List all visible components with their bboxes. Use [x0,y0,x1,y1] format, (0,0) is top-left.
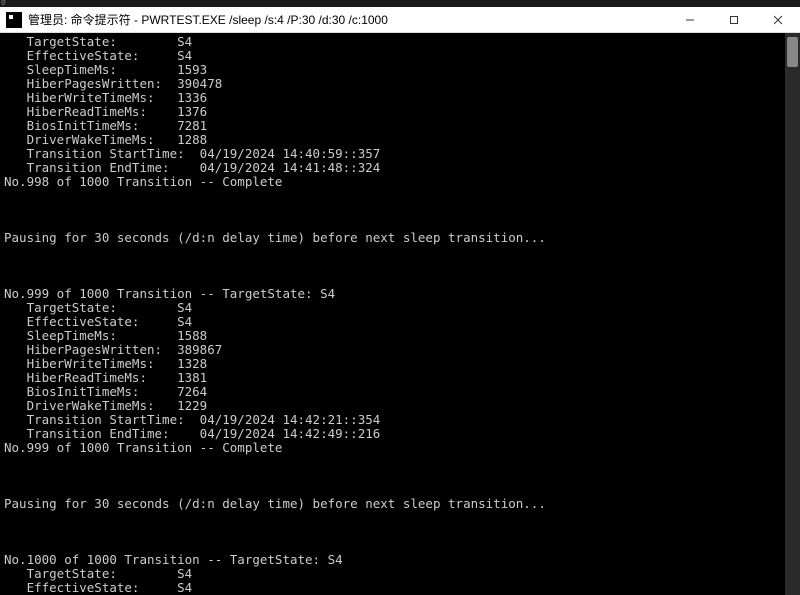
line: HiberReadTimeMs: 1381 [4,371,796,385]
maximize-icon [729,15,739,25]
line: Transition StartTime: 04/19/2024 14:40:5… [4,147,796,161]
close-button[interactable] [756,7,800,32]
line: No.998 of 1000 Transition -- Complete [4,175,796,189]
line: EffectiveState: S4 [4,581,796,595]
scrollbar-thumb[interactable] [787,37,798,67]
window-titlebar: 管理员: 命令提示符 - PWRTEST.EXE /sleep /s:4 /P:… [0,7,800,33]
blank-line [4,203,796,217]
blank-line [4,469,796,483]
line: EffectiveState: S4 [4,49,796,63]
line: Pausing for 30 seconds (/d:n delay time)… [4,497,796,511]
line: Transition EndTime: 04/19/2024 14:42:49:… [4,427,796,441]
line: Transition EndTime: 04/19/2024 14:41:48:… [4,161,796,175]
vertical-scrollbar[interactable] [785,33,800,595]
line: HiberReadTimeMs: 1376 [4,105,796,119]
line: TargetState: S4 [4,567,796,581]
line: BiosInitTimeMs: 7264 [4,385,796,399]
window-title: 管理员: 命令提示符 - PWRTEST.EXE /sleep /s:4 /P:… [28,11,668,28]
line: SleepTimeMs: 1588 [4,329,796,343]
blank-line [4,525,796,539]
cmd-icon [6,12,22,28]
line: BiosInitTimeMs: 7281 [4,119,796,133]
top-strip-number: 0 [0,0,6,8]
line: HiberWriteTimeMs: 1328 [4,357,796,371]
console-output[interactable]: TargetState: S4 EffectiveState: S4 Sleep… [0,33,800,595]
maximize-button[interactable] [712,7,756,32]
window-controls [668,7,800,32]
minimize-icon [685,15,695,25]
line: Transition StartTime: 04/19/2024 14:42:2… [4,413,796,427]
line: HiberPagesWritten: 389867 [4,343,796,357]
line: EffectiveState: S4 [4,315,796,329]
line: TargetState: S4 [4,35,796,49]
close-icon [773,15,783,25]
line: No.999 of 1000 Transition -- TargetState… [4,287,796,301]
line: Pausing for 30 seconds (/d:n delay time)… [4,231,796,245]
line: HiberWriteTimeMs: 1336 [4,91,796,105]
line: TargetState: S4 [4,301,796,315]
blank-line [4,259,796,273]
minimize-button[interactable] [668,7,712,32]
line: DriverWakeTimeMs: 1229 [4,399,796,413]
line: No.999 of 1000 Transition -- Complete [4,441,796,455]
line: DriverWakeTimeMs: 1288 [4,133,796,147]
top-strip: 0 [0,0,800,7]
line: HiberPagesWritten: 390478 [4,77,796,91]
line: SleepTimeMs: 1593 [4,63,796,77]
line: No.1000 of 1000 Transition -- TargetStat… [4,553,796,567]
